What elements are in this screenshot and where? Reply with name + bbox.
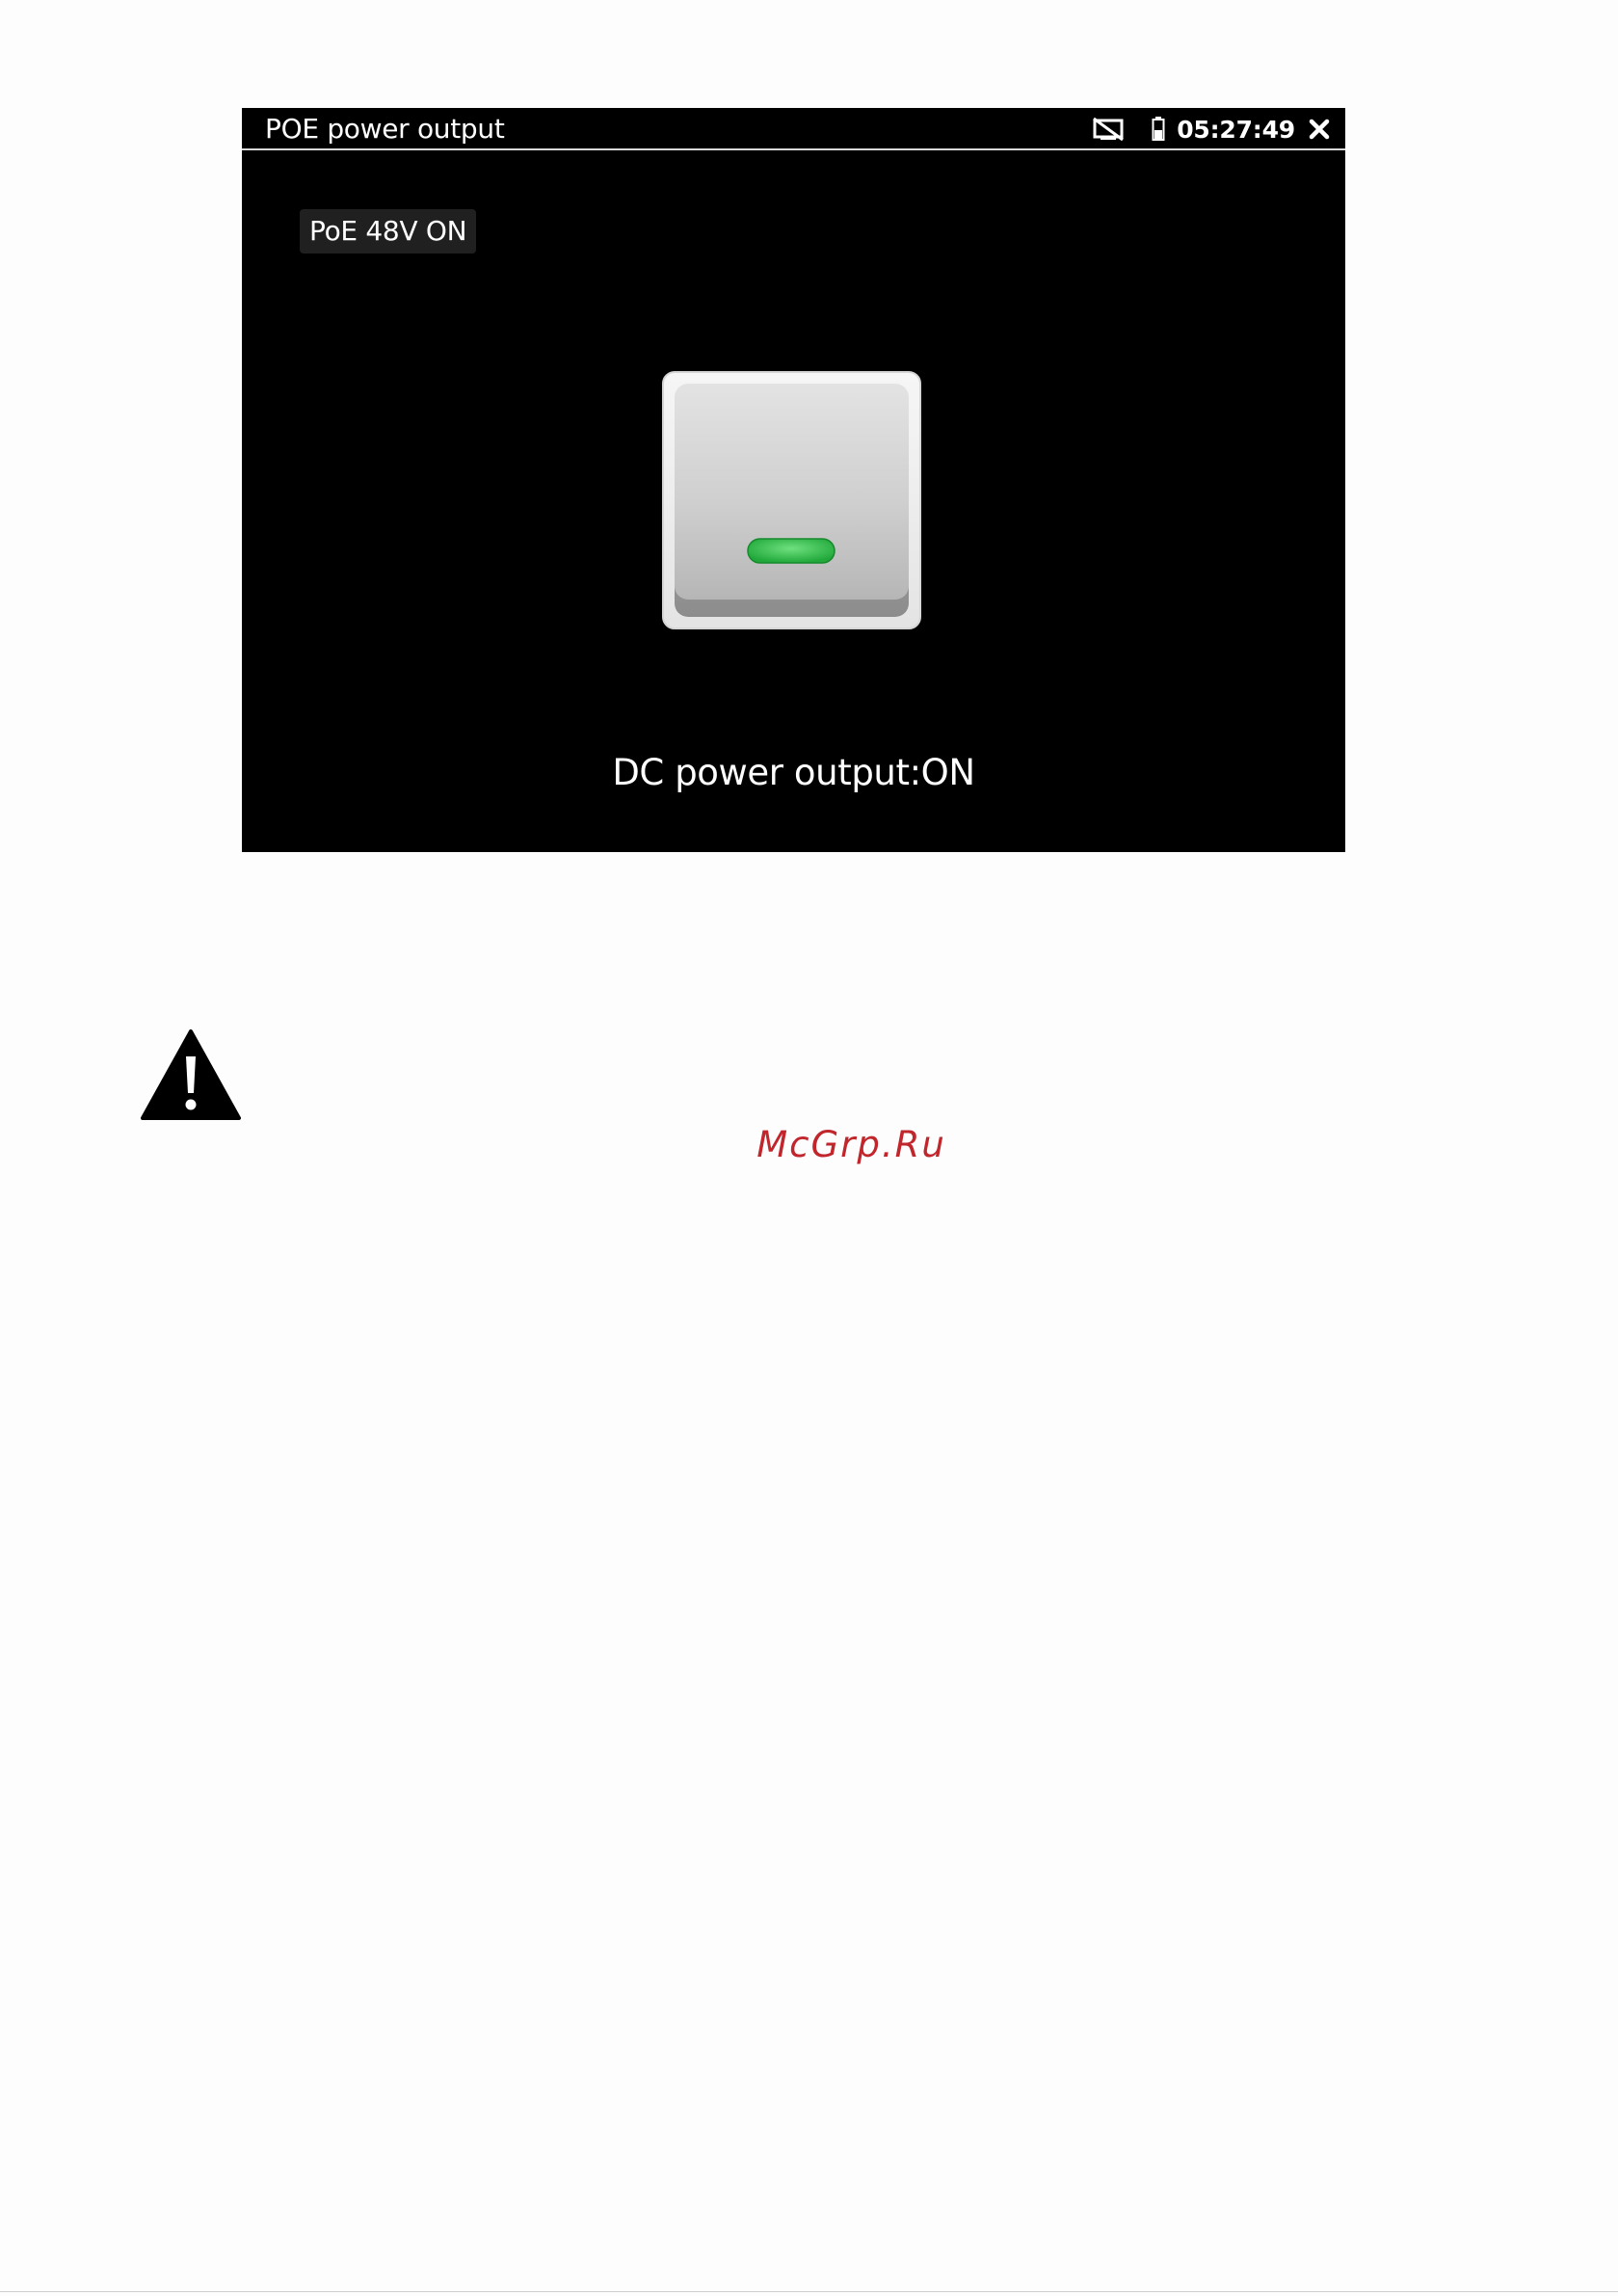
page-bottom-divider <box>0 2291 1618 2292</box>
watermark: McGrp.Ru <box>756 1124 946 1165</box>
status-bar: 05:27:49 <box>1092 112 1330 147</box>
title-bar: POE power output 05:27:49 <box>242 108 1345 150</box>
power-indicator-led <box>747 538 836 564</box>
battery-icon <box>1152 117 1165 142</box>
close-icon[interactable] <box>1309 119 1330 140</box>
no-display-icon <box>1092 117 1125 142</box>
dc-output-status: DC power output:ON <box>612 752 975 793</box>
device-screen: POE power output 05:27:49 PoE 48V ON DC … <box>242 108 1345 852</box>
warning-icon <box>140 1028 242 1122</box>
clock: 05:27:49 <box>1177 115 1295 144</box>
power-switch[interactable] <box>662 371 921 629</box>
power-switch-graphic <box>662 371 921 629</box>
screen-title: POE power output <box>265 113 505 145</box>
poe-status-badge: PoE 48V ON <box>300 209 477 254</box>
